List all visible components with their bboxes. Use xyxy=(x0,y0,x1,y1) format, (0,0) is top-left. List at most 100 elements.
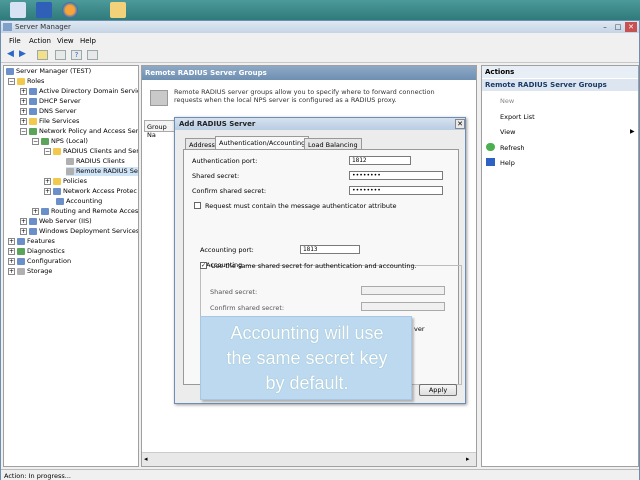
action-new[interactable]: New xyxy=(500,97,514,105)
tree-item-file-services[interactable]: + File Services xyxy=(20,117,79,126)
callout-line-3: by default. xyxy=(265,373,349,393)
tree-item-wds[interactable]: + Windows Deployment Services xyxy=(20,227,138,236)
tree-item-configuration[interactable]: + Configuration xyxy=(8,257,71,266)
expand-icon[interactable]: + xyxy=(8,247,15,255)
forward-arrow-icon[interactable]: ▶ xyxy=(17,50,28,60)
same-secret-checkbox[interactable]: ✓ xyxy=(200,262,207,269)
tree-item-remote-radius-server-groups[interactable]: Remote RADIUS Se xyxy=(66,167,138,176)
menu-file[interactable]: File xyxy=(9,37,21,45)
dialog-title[interactable]: Add RADIUS Server xyxy=(175,118,465,130)
action-help[interactable]: Help xyxy=(500,159,515,167)
acct-shared-secret-label: Shared secret: xyxy=(210,288,258,296)
close-button[interactable]: ✕ xyxy=(625,22,637,32)
tree-item-server-manager[interactable]: Server Manager (TEST) xyxy=(6,67,91,76)
folder-icon xyxy=(53,177,61,185)
collapse-icon[interactable]: − xyxy=(20,127,27,135)
collapse-icon[interactable]: − xyxy=(32,137,39,145)
ad-icon xyxy=(29,87,37,95)
folder-taskbar-icon[interactable] xyxy=(110,2,126,18)
dialog-close-icon[interactable]: ✕ xyxy=(455,119,465,129)
nps-icon xyxy=(41,137,49,145)
acct-confirm-secret-input[interactable] xyxy=(361,302,445,311)
tree-item-radius-clients-servers[interactable]: − RADIUS Clients and Ser xyxy=(44,147,138,156)
expand-icon[interactable]: + xyxy=(32,207,39,215)
action-export-list[interactable]: Export List xyxy=(500,113,535,121)
tree-item-routing[interactable]: + Routing and Remote Access xyxy=(32,207,138,216)
expand-icon[interactable]: + xyxy=(8,257,15,265)
tree-item-nap[interactable]: + Network Access Protec xyxy=(44,187,137,196)
file-icon xyxy=(29,117,37,125)
collapse-icon[interactable]: − xyxy=(44,147,51,155)
back-arrow-icon[interactable]: ◀ xyxy=(5,50,16,60)
status-bar: Action: In progress... xyxy=(1,469,639,480)
window-titlebar[interactable]: Server Manager – □ ✕ xyxy=(1,21,639,33)
expand-icon[interactable]: + xyxy=(20,107,27,115)
scroll-right-icon[interactable]: ▸ xyxy=(466,455,470,463)
powershell-taskbar-icon[interactable] xyxy=(36,2,52,18)
minimize-button[interactable]: – xyxy=(599,22,611,32)
menu-bar: File Action View Help xyxy=(1,35,639,47)
up-folder-icon[interactable] xyxy=(37,50,48,60)
tutorial-callout: Accounting will use the same secret key … xyxy=(200,316,412,400)
maximize-button[interactable]: □ xyxy=(612,22,624,32)
confirm-secret-label: Confirm shared secret: xyxy=(192,187,267,195)
tree-item-npas[interactable]: − Network Policy and Access Serv xyxy=(20,127,138,136)
dns-icon xyxy=(29,107,37,115)
action-view[interactable]: View xyxy=(500,128,515,136)
expand-icon[interactable]: + xyxy=(44,187,51,195)
shared-secret-input[interactable]: •••••••• xyxy=(349,171,443,180)
auth-port-input[interactable]: 1812 xyxy=(349,156,411,165)
tree-item-accounting[interactable]: Accounting xyxy=(56,197,102,206)
expand-icon[interactable]: + xyxy=(20,87,27,95)
tree-item-roles[interactable]: − Roles xyxy=(8,77,44,86)
collapse-icon[interactable]: − xyxy=(8,77,15,85)
tree-item-diagnostics[interactable]: + Diagnostics xyxy=(8,247,65,256)
confirm-secret-input[interactable]: •••••••• xyxy=(349,186,443,195)
tree-item-nps-local[interactable]: − NPS (Local) xyxy=(32,137,88,146)
folder-icon xyxy=(17,77,25,85)
expand-icon[interactable]: + xyxy=(44,177,51,185)
toolbar: ◀ ▶ ? xyxy=(1,47,639,63)
tree-item-policies[interactable]: + Policies xyxy=(44,177,87,186)
show-hide-tree-icon[interactable] xyxy=(55,50,66,60)
tree-item-dhcp[interactable]: + DHCP Server xyxy=(20,97,81,106)
horizontal-scrollbar[interactable]: ◂ ▸ xyxy=(142,452,476,466)
tab-authentication-accounting[interactable]: Authentication/Accounting xyxy=(215,136,310,150)
refresh-icon[interactable] xyxy=(486,143,495,151)
menu-action[interactable]: Action xyxy=(29,37,51,45)
remote-icon xyxy=(66,167,74,175)
scroll-left-icon[interactable]: ◂ xyxy=(144,455,148,463)
tree-item-iis[interactable]: + Web Server (IIS) xyxy=(20,217,92,226)
action-refresh[interactable]: Refresh xyxy=(500,144,525,152)
npas-icon xyxy=(29,127,37,135)
firefox-taskbar-icon[interactable] xyxy=(62,2,78,18)
acct-port-input[interactable]: 1813 xyxy=(300,245,360,254)
expand-icon[interactable]: + xyxy=(8,237,15,245)
accounting-icon xyxy=(56,197,64,205)
tree-item-storage[interactable]: + Storage xyxy=(8,267,52,276)
tree-item-dns[interactable]: + DNS Server xyxy=(20,107,76,116)
menu-help[interactable]: Help xyxy=(80,37,96,45)
expand-icon[interactable]: + xyxy=(20,217,27,225)
taskbar xyxy=(0,0,640,20)
server-manager-taskbar-icon[interactable] xyxy=(10,2,26,18)
callout-line-2: the same secret key xyxy=(226,348,388,368)
expand-icon[interactable]: + xyxy=(20,227,27,235)
apply-button[interactable]: Apply xyxy=(419,384,457,396)
message-authenticator-checkbox[interactable] xyxy=(194,202,201,209)
help-icon[interactable] xyxy=(486,158,495,166)
expand-icon[interactable]: + xyxy=(8,267,15,275)
acct-shared-secret-input[interactable] xyxy=(361,286,445,295)
expand-icon[interactable]: + xyxy=(20,117,27,125)
expand-icon[interactable]: + xyxy=(20,97,27,105)
message-authenticator-label: Request must contain the message authent… xyxy=(205,202,397,210)
tree-item-radius-clients[interactable]: RADIUS Clients xyxy=(66,157,125,166)
storage-icon xyxy=(17,267,25,275)
actions-subheader[interactable]: Remote RADIUS Server Groups xyxy=(482,79,638,91)
tree-item-adds[interactable]: + Active Directory Domain Servic xyxy=(20,87,138,96)
help-icon[interactable]: ? xyxy=(71,50,82,60)
properties-icon[interactable] xyxy=(87,50,98,60)
tree-item-features[interactable]: + Features xyxy=(8,237,55,246)
menu-view[interactable]: View xyxy=(57,37,74,45)
acct-port-label: Accounting port: xyxy=(200,246,254,254)
